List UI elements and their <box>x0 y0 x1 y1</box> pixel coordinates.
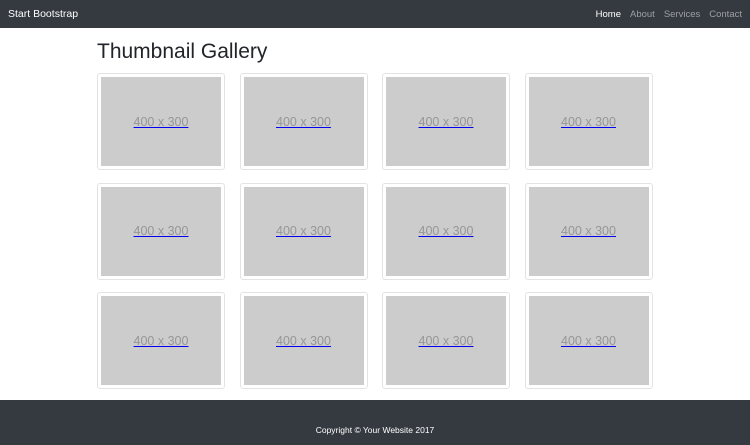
footer: Copyright © Your Website 2017 <box>0 400 750 445</box>
placeholder-image: 400 x 300 <box>528 186 649 276</box>
gallery-thumbnail[interactable]: 400 x 300 <box>239 292 368 389</box>
gallery-thumbnail[interactable]: 400 x 300 <box>97 73 225 170</box>
placeholder-image: 400 x 300 <box>101 296 221 385</box>
placeholder-image: 400 x 300 <box>528 296 649 385</box>
placeholder-image: 400 x 300 <box>386 296 506 385</box>
brand-link[interactable]: Start Bootstrap <box>8 8 78 20</box>
gallery-thumbnail[interactable]: 400 x 300 <box>382 182 510 280</box>
copyright-text: Copyright © Your Website 2017 <box>315 424 435 435</box>
gallery-thumbnail[interactable]: 400 x 300 <box>239 182 368 280</box>
nav-about[interactable]: About <box>630 9 655 20</box>
gallery-thumbnail[interactable]: 400 x 300 <box>524 182 653 280</box>
placeholder-image: 400 x 300 <box>386 186 506 276</box>
gallery-thumbnail[interactable]: 400 x 300 <box>239 73 368 170</box>
placeholder-image: 400 x 300 <box>101 186 221 276</box>
placeholder-image: 400 x 300 <box>528 77 649 166</box>
nav-contact[interactable]: Contact <box>709 9 742 20</box>
nav-home[interactable]: Home <box>596 9 621 20</box>
page-title: Thumbnail Gallery <box>97 40 268 63</box>
nav-services[interactable]: Services <box>664 9 700 20</box>
placeholder-image: 400 x 300 <box>243 186 364 276</box>
placeholder-image: 400 x 300 <box>243 77 364 166</box>
placeholder-image: 400 x 300 <box>243 296 364 385</box>
gallery-thumbnail[interactable]: 400 x 300 <box>97 182 225 280</box>
placeholder-image: 400 x 300 <box>386 77 506 166</box>
gallery-thumbnail[interactable]: 400 x 300 <box>524 292 653 389</box>
navbar: Start Bootstrap Home About Services Cont… <box>0 0 750 28</box>
thumbnail-gallery: 400 x 300 400 x 300 400 x 300 400 x 300 … <box>97 73 655 389</box>
gallery-thumbnail[interactable]: 400 x 300 <box>382 73 510 170</box>
nav-links: Home About Services Contact <box>596 9 742 20</box>
gallery-thumbnail[interactable]: 400 x 300 <box>524 73 653 170</box>
gallery-thumbnail[interactable]: 400 x 300 <box>97 292 225 389</box>
gallery-thumbnail[interactable]: 400 x 300 <box>382 292 510 389</box>
placeholder-image: 400 x 300 <box>101 77 221 166</box>
